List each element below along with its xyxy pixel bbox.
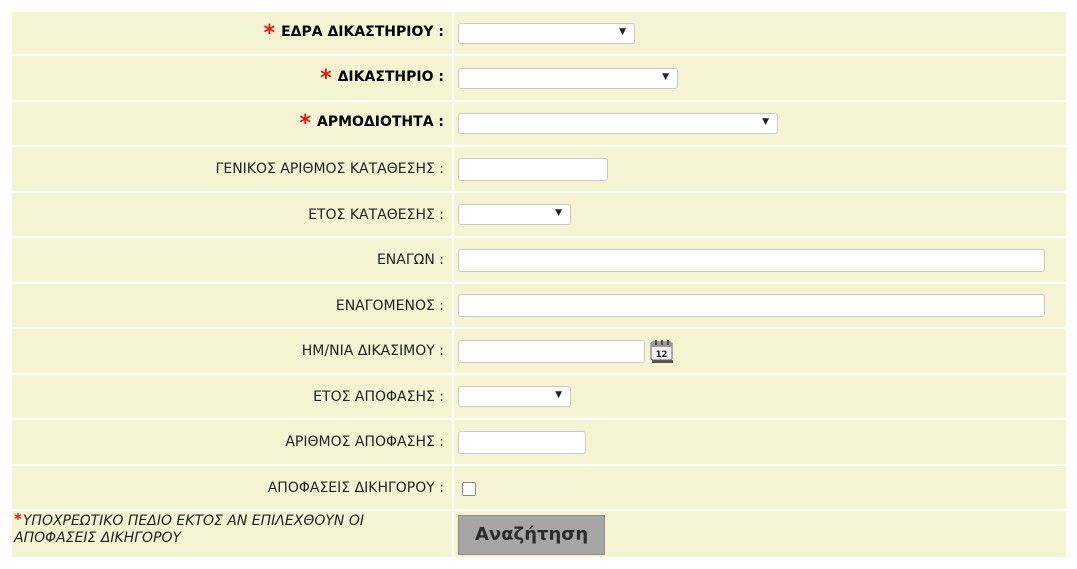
plaintiff-input[interactable] bbox=[458, 248, 1045, 272]
form-row-court: * ΔΙΚΑΣΤΗΡΙΟ : ▼ bbox=[12, 56, 1066, 100]
lawyer-decisions-label: ΑΠΟΦΑΣΕΙΣ ΔΙΚΗΓΟΡΟΥ : bbox=[12, 466, 452, 509]
filing-number-label: ΓΕΝΙΚΟΣ ΑΡΙΘΜΟΣ ΚΑΤΑΘΕΣΗΣ : bbox=[12, 147, 452, 191]
search-button[interactable]: Αναζήτηση bbox=[458, 515, 606, 555]
form-row-lawyer-decisions: ΑΠΟΦΑΣΕΙΣ ΔΙΚΗΓΟΡΟΥ : bbox=[12, 466, 1066, 509]
form-row-defendant: ΕΝΑΓΟΜΕΝΟΣ : bbox=[12, 284, 1066, 327]
calendar-icon[interactable]: 12 bbox=[649, 338, 675, 364]
chevron-down-icon: ▼ bbox=[555, 208, 562, 218]
defendant-input[interactable] bbox=[458, 294, 1045, 317]
required-star: * bbox=[320, 65, 332, 91]
required-star: * bbox=[263, 20, 276, 46]
decision-year-select[interactable]: ▼ bbox=[458, 386, 571, 407]
chevron-down-icon: ▼ bbox=[762, 117, 769, 127]
defendant-label: ΕΝΑΓΟΜΕΝΟΣ : bbox=[12, 284, 452, 327]
form-row-filing-number: ΓΕΝΙΚΟΣ ΑΡΙΘΜΟΣ ΚΑΤΑΘΕΣΗΣ : bbox=[12, 147, 1066, 191]
form-row-court-seat: * ΕΔΡΑ ΔΙΚΑΣΤΗΡΙΟΥ : ▼ bbox=[12, 12, 1066, 54]
decision-number-input[interactable] bbox=[458, 430, 586, 454]
search-form-table: * ΕΔΡΑ ΔΙΚΑΣΤΗΡΙΟΥ : ▼ * ΔΙΚΑΣΤΗΡΙΟ : ▼ * Α… bbox=[10, 10, 1068, 559]
hearing-date-input[interactable] bbox=[458, 339, 645, 363]
court-seat-label: * ΕΔΡΑ ΔΙΚΑΣΤΗΡΙΟΥ : bbox=[12, 12, 452, 54]
court-label: * ΔΙΚΑΣΤΗΡΙΟ : bbox=[12, 56, 452, 100]
jurisdiction-select[interactable]: ▼ bbox=[458, 113, 778, 134]
form-row-actions: *ΥΠΟΧΡΕΩΤΙΚΟ ΠΕΔΙΟ ΕΚΤΟΣ ΑΝ ΕΠΙΛΕΧΘΟΥΝ Ο… bbox=[12, 511, 1066, 557]
filing-number-input[interactable] bbox=[458, 157, 608, 181]
hearing-date-label: ΗΜ/ΝΙΑ ΔΙΚΑΣΙΜΟΥ : bbox=[12, 329, 452, 373]
decision-year-label: ΕΤΟΣ ΑΠΟΦΑΣΗΣ : bbox=[12, 375, 452, 418]
decision-number-label: ΑΡΙΘΜΟΣ ΑΠΟΦΑΣΗΣ : bbox=[12, 420, 452, 464]
required-star: * bbox=[299, 111, 311, 136]
court-case-search-form: * ΕΔΡΑ ΔΙΚΑΣΤΗΡΙΟΥ : ▼ * ΔΙΚΑΣΤΗΡΙΟ : ▼ * Α… bbox=[10, 10, 1068, 569]
form-row-plaintiff: ΕΝΑΓΩΝ : bbox=[12, 238, 1066, 282]
form-row-jurisdiction: * ΑΡΜΟΔΙΟΤΗΤΑ : ▼ bbox=[12, 102, 1066, 145]
form-row-filing-year: ΕΤΟΣ ΚΑΤΑΘΕΣΗΣ : ▼ bbox=[12, 193, 1066, 236]
filing-year-label: ΕΤΟΣ ΚΑΤΑΘΕΣΗΣ : bbox=[12, 193, 452, 236]
lawyer-decisions-checkbox[interactable] bbox=[462, 481, 476, 496]
court-seat-select[interactable]: ▼ bbox=[458, 22, 635, 44]
jurisdiction-label: * ΑΡΜΟΔΙΟΤΗΤΑ : bbox=[12, 102, 452, 145]
required-star: * bbox=[14, 510, 22, 528]
chevron-down-icon: ▼ bbox=[662, 71, 669, 82]
required-field-note: *ΥΠΟΧΡΕΩΤΙΚΟ ΠΕΔΙΟ ΕΚΤΟΣ ΑΝ ΕΠΙΛΕΧΘΟΥΝ Ο… bbox=[12, 511, 452, 557]
court-select[interactable]: ▼ bbox=[458, 67, 678, 89]
plaintiff-label: ΕΝΑΓΩΝ : bbox=[12, 238, 452, 282]
form-row-hearing-date: ΗΜ/ΝΙΑ ΔΙΚΑΣΙΜΟΥ : 12 bbox=[12, 329, 1066, 373]
chevron-down-icon: ▼ bbox=[619, 26, 626, 37]
form-row-decision-year: ΕΤΟΣ ΑΠΟΦΑΣΗΣ : ▼ bbox=[12, 375, 1066, 418]
calendar-day: 12 bbox=[656, 350, 668, 360]
chevron-down-icon: ▼ bbox=[555, 390, 562, 400]
filing-year-select[interactable]: ▼ bbox=[458, 204, 571, 225]
form-row-decision-number: ΑΡΙΘΜΟΣ ΑΠΟΦΑΣΗΣ : bbox=[12, 420, 1066, 464]
